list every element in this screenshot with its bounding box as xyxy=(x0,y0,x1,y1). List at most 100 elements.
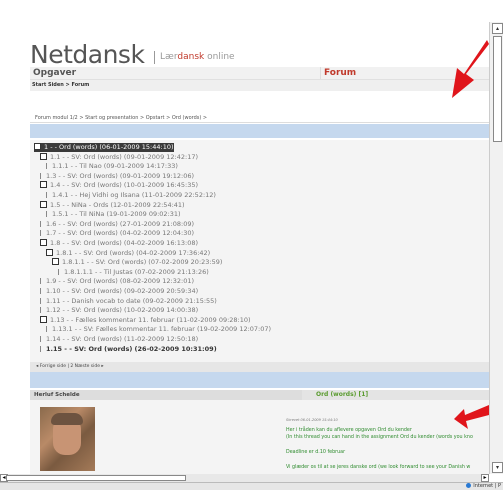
header-band xyxy=(30,124,489,138)
thread-item-label: 1.8.1.1 - - SV: Ord (words) (07-02-2009 … xyxy=(62,258,223,267)
globe-icon xyxy=(466,483,472,488)
scroll-up-icon[interactable]: ▴ xyxy=(492,23,503,34)
expand-box-icon[interactable] xyxy=(40,200,47,208)
thread-item-label: 1.14 - - SV: Ord (words) (11-02-2009 12:… xyxy=(46,335,199,343)
thread-item[interactable]: 1.8.1.1.1 - - Til Justas (07-02-2009 21:… xyxy=(58,268,209,277)
branch-line-icon xyxy=(40,172,41,179)
author-name: Herluf Schelde xyxy=(30,390,302,400)
branch-line-icon xyxy=(40,288,41,294)
thread-item[interactable]: 1.8.1 - - SV: Ord (words) (04-02-2009 17… xyxy=(46,248,211,258)
thread-item[interactable]: 1.8.1.1 - - SV: Ord (words) (07-02-2009 … xyxy=(52,258,222,267)
logo-text: Netdansk xyxy=(30,40,145,69)
branch-line-icon xyxy=(40,336,41,342)
thread-item-label: 1.8.1.1.1 - - Til Justas (07-02-2009 21:… xyxy=(64,267,209,276)
thread-item-label: 1.6 - - SV: Ord (words) (27-01-2009 21:0… xyxy=(46,219,194,228)
section-band xyxy=(30,372,489,388)
branch-line-icon xyxy=(40,345,41,352)
branch-line-icon xyxy=(46,192,47,198)
thread-item-label: 1.11 - - Danish vocab to date (09-02-200… xyxy=(46,296,217,305)
pagination[interactable]: ◂ Forrige side | 2 Næste side ▸ xyxy=(30,362,489,372)
horizontal-scrollbar[interactable]: ◂ ▸ xyxy=(0,474,489,482)
top-navigation: Opgaver Forum xyxy=(30,67,489,80)
thread-item-label: 1.8 - - SV: Ord (words) (04-02-2009 16:1… xyxy=(50,239,198,247)
thread-item[interactable]: 1.15 - - SV: Ord (words) (26-02-2009 10:… xyxy=(40,345,217,354)
message-panel: Herluf Schelde Ord (words) [1] Skrevet 0… xyxy=(30,390,489,474)
expand-box-icon[interactable] xyxy=(52,258,59,266)
thread-item-label: 1 - - Ord (words) (06-01-2009 15:44:10) xyxy=(44,143,174,151)
vertical-scrollbar[interactable]: ▴ ▾ xyxy=(489,22,503,474)
thread-item-label: 1.13 - - Fælles kommentar 11. februar (1… xyxy=(50,315,251,324)
thread-item-label: 1.7 - - SV: Ord (words) (04-02-2009 12:0… xyxy=(46,229,194,238)
thread-item[interactable]: 1.13 - - Fælles kommentar 11. februar (1… xyxy=(40,315,251,325)
thread-item[interactable]: 1.4.1 - - Hej Vidhi og Ilsana (11-01-200… xyxy=(46,191,216,200)
browser-viewport: Netdansk Lærdansk online Opgaver Forum S… xyxy=(0,0,489,474)
thread-item[interactable]: 1.1 - - SV: Ord (words) (09-01-2009 12:4… xyxy=(40,152,198,162)
breadcrumb[interactable]: Start Siden > Forum xyxy=(30,80,489,91)
thread-item-label: 1.5 - - NiNa - Ords (12-01-2009 22:54:41… xyxy=(50,200,185,209)
annotation-arrow-icon xyxy=(452,40,489,98)
branch-line-icon xyxy=(58,268,59,275)
expand-box-icon[interactable] xyxy=(40,152,47,160)
thread-item[interactable]: 1.7 - - SV: Ord (words) (04-02-2009 12:0… xyxy=(40,229,194,238)
thread-item[interactable]: 1.13.1 - - SV: Fælles kommentar 11. febr… xyxy=(46,325,271,334)
branch-line-icon xyxy=(40,278,41,285)
branch-line-icon xyxy=(40,220,41,227)
thread-item-label: 1.15 - - SV: Ord (words) (26-02-2009 10:… xyxy=(46,344,217,353)
thread-item[interactable]: 1.4 - - SV: Ord (words) (10-01-2009 16:4… xyxy=(40,181,198,190)
logo-subtitle: Lærdansk online xyxy=(154,51,235,64)
thread-item-label: 1.3 - - SV: Ord (words) (09-01-2009 19:1… xyxy=(46,171,194,180)
branch-line-icon xyxy=(46,326,47,333)
divider xyxy=(30,122,489,123)
thread-item-label: 1.8.1 - - SV: Ord (words) (04-02-2009 17… xyxy=(56,248,211,257)
thread-item-label: 1.4 - - SV: Ord (words) (10-01-2009 16:4… xyxy=(50,181,198,190)
branch-line-icon xyxy=(46,163,47,170)
thread-item-label: 1.13.1 - - SV: Fælles kommentar 11. febr… xyxy=(52,325,272,334)
message-line: (In this thread you can hand in the assi… xyxy=(286,435,473,440)
thread-item-label: 1.10 - - SV: Ord (words) (09-02-2009 20:… xyxy=(46,287,199,295)
thread-tree: 1 - - Ord (words) (06-01-2009 15:44:10) 1… xyxy=(30,140,489,362)
thread-item[interactable]: 1.3 - - SV: Ord (words) (09-01-2009 19:1… xyxy=(40,172,194,181)
message-date: Skrevet 06-01-2009 15:44:10 xyxy=(286,418,338,422)
branch-line-icon xyxy=(40,307,41,314)
zone-label: Internet | P xyxy=(473,483,501,489)
thread-item[interactable]: 1.8 - - SV: Ord (words) (04-02-2009 16:1… xyxy=(40,239,198,248)
message-line: Vi glæder os til at se jeres danske ord … xyxy=(286,465,471,470)
thread-item-label: 1.9 - - SV: Ord (words) (08-02-2009 12:3… xyxy=(46,277,194,286)
scrollbar-thumb[interactable] xyxy=(493,36,502,142)
expand-box-icon[interactable] xyxy=(34,143,41,150)
scroll-down-icon[interactable]: ▾ xyxy=(492,462,503,473)
scroll-right-icon[interactable]: ▸ xyxy=(481,474,489,482)
scrollbar-thumb[interactable] xyxy=(6,475,186,481)
nav-item-opgaver[interactable]: Opgaver xyxy=(33,67,76,79)
thread-item[interactable]: 1.10 - - SV: Ord (words) (09-02-2009 20:… xyxy=(40,287,198,296)
thread-item[interactable]: 1.1.1 - - Til Nao (09-01-2009 14:17:33) xyxy=(46,162,178,171)
thread-item[interactable]: 1.5.1 - - Til NiNa (19-01-2009 09:02:31) xyxy=(46,210,181,219)
expand-box-icon[interactable] xyxy=(40,181,47,189)
message-line: Her i tråden kan du aflevere opgaven Ord… xyxy=(286,428,412,433)
thread-item[interactable]: 1.6 - - SV: Ord (words) (27-01-2009 21:0… xyxy=(40,220,194,229)
thread-item-label: 1.1.1 - - Til Nao (09-01-2009 14:17:33) xyxy=(52,162,178,171)
thread-item[interactable]: 1.11 - - Danish vocab to date (09-02-200… xyxy=(40,297,217,306)
thread-item-label: 1.12 - - SV: Ord (words) (10-02-2009 14:… xyxy=(46,306,199,315)
thread-item[interactable]: 1.12 - - SV: Ord (words) (10-02-2009 14:… xyxy=(40,306,198,315)
message-title: Ord (words) [1] xyxy=(302,390,489,400)
forum-path[interactable]: Forum modul 1/2 > Start og presentation … xyxy=(35,115,207,121)
thread-item-label: 1.5.1 - - Til NiNa (19-01-2009 09:02:31) xyxy=(52,210,181,219)
thread-item[interactable]: 1.9 - - SV: Ord (words) (08-02-2009 12:3… xyxy=(40,277,194,286)
thread-item[interactable]: 1.5 - - NiNa - Ords (12-01-2009 22:54:41… xyxy=(40,200,185,210)
author-hair xyxy=(51,413,83,425)
thread-item-label: 1.4.1 - - Hej Vidhi og Ilsana (11-01-200… xyxy=(52,191,216,199)
author-photo xyxy=(40,407,95,471)
expand-box-icon[interactable] xyxy=(40,315,47,323)
message-line: Deadline er d.10 februar xyxy=(286,450,346,455)
branch-line-icon xyxy=(40,297,41,304)
thread-item[interactable]: 1 - - Ord (words) (06-01-2009 15:44:10) xyxy=(34,143,174,152)
expand-box-icon[interactable] xyxy=(40,239,47,246)
thread-item[interactable]: 1.14 - - SV: Ord (words) (11-02-2009 12:… xyxy=(40,335,198,344)
branch-line-icon xyxy=(40,230,41,237)
annotation-arrow-icon xyxy=(454,405,489,429)
thread-item-label: 1.1 - - SV: Ord (words) (09-01-2009 12:4… xyxy=(50,152,198,161)
nav-item-forum[interactable]: Forum xyxy=(320,67,356,79)
expand-box-icon[interactable] xyxy=(46,248,53,256)
branch-line-icon xyxy=(46,211,47,218)
